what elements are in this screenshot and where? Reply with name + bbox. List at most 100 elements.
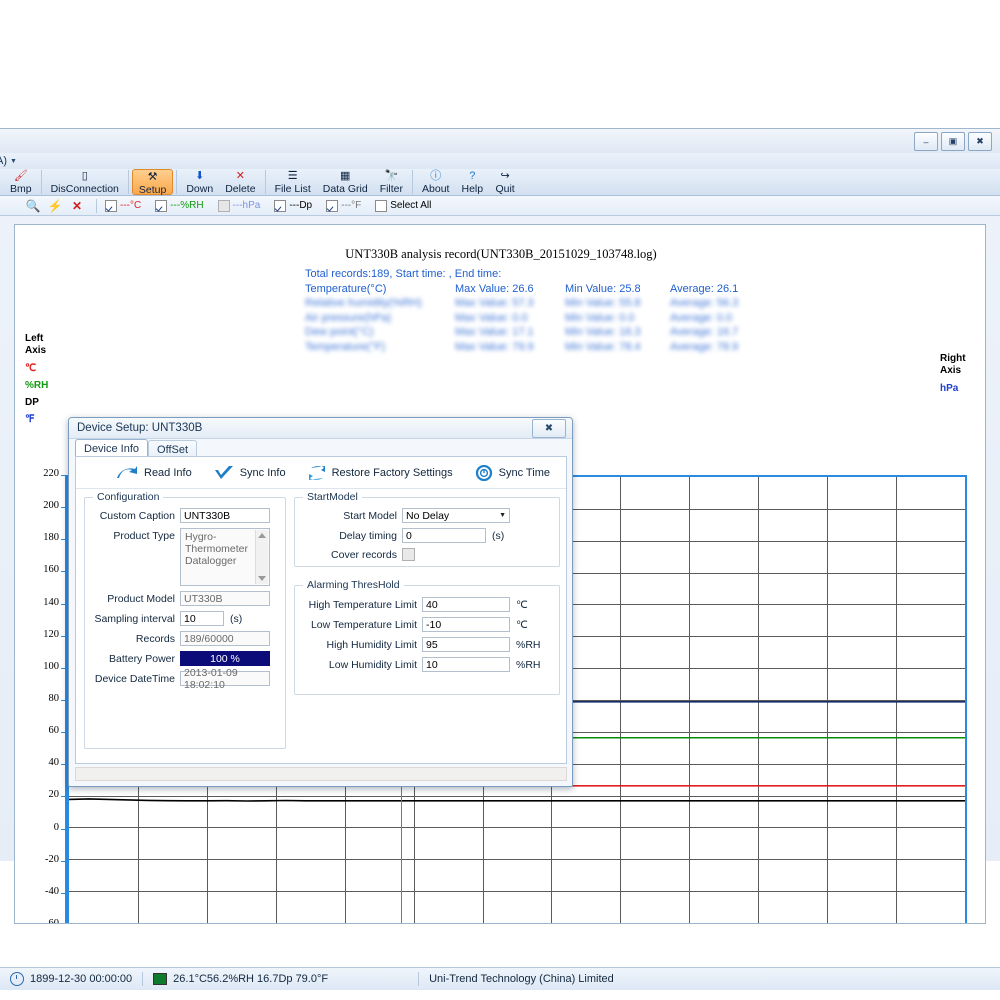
lightning-icon[interactable]: ⚡ — [44, 200, 66, 212]
toolbar-separator — [176, 170, 178, 194]
checkbox-label: ---Dp — [289, 200, 313, 211]
device-setup-dialog[interactable]: Device Setup: UNT330B ✖ Device Info OffS… — [68, 417, 573, 787]
sync-info-button[interactable]: Sync Info — [214, 465, 286, 481]
toolbar-separator — [127, 170, 129, 194]
series-checkbox-hpa[interactable]: ---hPa — [217, 199, 260, 212]
checkbox-box[interactable] — [375, 199, 388, 212]
toolbar-button-quit[interactable]: ↪ Quit — [489, 169, 521, 195]
y-axis-tick-label: 220 — [43, 468, 59, 479]
cover-records-checkbox[interactable] — [402, 548, 415, 561]
checkbox-box[interactable] — [155, 199, 168, 212]
checkbox-box[interactable] — [274, 199, 287, 212]
alarm-threshold-unit: ℃ — [516, 598, 528, 611]
toolbar-button-about[interactable]: ⓘ About — [416, 169, 455, 195]
tab-offset-label: OffSet — [157, 444, 189, 456]
checkbox-box[interactable] — [326, 199, 339, 212]
y-axis-tick-label: 180 — [43, 532, 59, 544]
sampling-interval-row: Sampling interval 10 (s) — [89, 611, 279, 626]
alarming-threshold-group-title: Alarming ThresHold — [303, 579, 404, 591]
series-toolbar: 🔍 ⚡ ✕ ---°C ---%RH ---hPa ---Dp ---°F Select All — [0, 196, 1000, 216]
battery-power-bar: 100 % — [180, 651, 270, 666]
product-model-row: Product Model UT330B — [89, 591, 279, 606]
stat-label: Relative humidity(%RH) — [305, 297, 422, 309]
custom-caption-input[interactable]: UNT330B — [180, 508, 270, 523]
start-model-group-title: StartModel — [303, 491, 362, 503]
y-axis-tick-label: 40 — [48, 757, 60, 769]
device-datetime-input: 2013-01-09 18:02:10 — [180, 667, 270, 691]
toolbar-button-filter[interactable]: 🔭 Filter — [374, 169, 409, 195]
sampling-interval-input[interactable]: 10 — [180, 611, 224, 626]
scroll-up-icon[interactable] — [258, 533, 266, 538]
filter-binoculars-icon: 🔭 — [384, 170, 399, 182]
toolbar-button-disconnection[interactable]: ▯ DisConnection — [45, 169, 125, 195]
left-axis-caption: Left Axis ℃ %RH DP ℉ — [25, 333, 48, 426]
stat-min: Min Value: 16.3 — [565, 326, 641, 338]
chart-stat-row: Relative humidity(%RH) Max Value: 57.3 Min… — [305, 296, 738, 311]
alarm-threshold-input[interactable]: 95 — [422, 637, 510, 652]
delay-timing-input[interactable]: 0 — [402, 528, 486, 543]
left-axis-unit-dp: DP — [25, 397, 39, 408]
delay-timing-unit: (s) — [492, 529, 505, 542]
product-type-scrollbar[interactable] — [255, 530, 268, 584]
toolbar-button-bmp[interactable]: 🖌 Bmp — [4, 169, 38, 195]
custom-caption-row: Custom Caption UNT330B — [89, 508, 279, 523]
product-model-input: UT330B — [180, 591, 270, 606]
alarm-threshold-input[interactable]: 40 — [422, 597, 510, 612]
toolbar-button-help[interactable]: ? Help — [455, 169, 489, 195]
status-company: Uni-Trend Technology (China) Limited — [429, 973, 614, 985]
series-checkbox-rh[interactable]: ---%RH — [155, 199, 204, 212]
series-checkbox-f[interactable]: ---°F — [326, 199, 361, 212]
y-axis-tick-mark — [61, 667, 66, 669]
series-checkbox-dp[interactable]: ---Dp — [274, 199, 313, 212]
alarm-threshold-label: Low Humidity Limit — [328, 658, 417, 671]
read-info-button[interactable]: Read Info — [116, 465, 192, 481]
series-checkbox-selectall[interactable]: Select All — [375, 199, 431, 212]
y-axis-tick-label: 60 — [48, 725, 60, 737]
delay-timing-row: Delay timing 0 (s) — [299, 528, 553, 543]
alarm-threshold-input[interactable]: -10 — [422, 617, 510, 632]
checkbox-box[interactable] — [105, 199, 117, 212]
window-controls: – ▣ ✖ — [914, 132, 992, 151]
product-type-listbox[interactable]: Hygro- Thermometer Datalogger — [180, 528, 270, 586]
stat-label: Temperature(°C) — [305, 282, 387, 295]
menu-item-app[interactable]: A) ▼ — [0, 153, 17, 169]
sync-time-button[interactable]: Sync Time — [475, 464, 550, 481]
stat-max: Max Value: 79.9 — [455, 340, 534, 353]
close-icon: ✖ — [544, 423, 554, 434]
zoom-data-icon[interactable]: 🔍 — [22, 200, 44, 212]
minimize-button[interactable]: – — [914, 132, 938, 151]
product-type-label: Product Type — [113, 530, 175, 542]
y-axis-tick-mark — [61, 507, 66, 509]
close-button[interactable]: ✖ — [968, 132, 992, 151]
toolbar-button-delete[interactable]: ✕ Delete — [219, 169, 261, 195]
start-model-select[interactable]: No Delay ▼ — [402, 508, 510, 523]
subtoolbar-separator — [96, 198, 97, 213]
alarm-threshold-input[interactable]: 10 — [422, 657, 510, 672]
toolbar-button-label: File List — [274, 183, 311, 195]
sync-time-label: Sync Time — [498, 466, 550, 479]
y-axis-tick-mark — [61, 539, 66, 541]
chevron-down-icon: ▼ — [499, 512, 506, 519]
maximize-button[interactable]: ▣ — [941, 132, 965, 151]
clear-icon[interactable]: ✕ — [66, 200, 88, 212]
y-axis-tick-label: 0 — [53, 821, 59, 833]
y-axis-tick-label: 140 — [43, 596, 59, 608]
restore-factory-settings-button[interactable]: Restore Factory Settings — [308, 465, 453, 481]
stat-avg: Average: 26.1 — [670, 282, 739, 295]
dialog-action-toolbar: Read Info Sync Info Restore Factory Sett… — [76, 457, 566, 489]
stat-max: Max Value: 0.0 — [455, 311, 528, 324]
right-axis-unit-hpa: hPa — [940, 383, 959, 394]
toolbar-button-setup[interactable]: ⚒ Setup — [131, 169, 174, 196]
toolbar-button-down[interactable]: ⬇ Down — [180, 169, 219, 195]
records-row: Records 189/60000 — [89, 631, 279, 646]
dialog-body: Read Info Sync Info Restore Factory Sett… — [75, 456, 567, 764]
scroll-down-icon[interactable] — [258, 576, 266, 581]
dialog-close-button[interactable]: ✖ — [532, 419, 566, 438]
checkbox-box[interactable] — [217, 199, 230, 212]
restore-factory-settings-label: Restore Factory Settings — [331, 466, 453, 479]
toolbar-button-data-grid[interactable]: ▦ Data Grid — [317, 169, 374, 195]
start-model-group: StartModel Start Model No Delay ▼ Delay … — [294, 491, 560, 567]
series-checkbox-c[interactable]: ---°C — [105, 199, 141, 212]
product-type-row: Product Type Hygro- Thermometer Datalogg… — [89, 528, 279, 586]
toolbar-button-file-list[interactable]: ☰ File List — [269, 169, 317, 195]
